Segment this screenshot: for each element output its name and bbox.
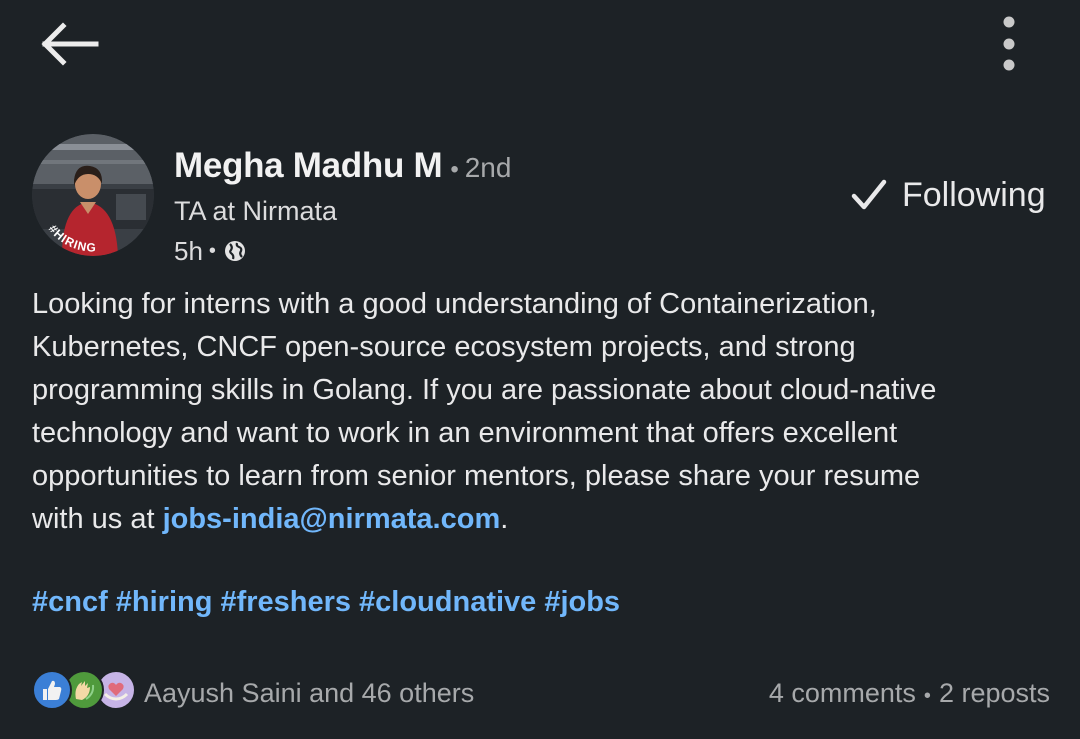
author-name[interactable]: Megha Madhu M [174, 146, 443, 186]
social-counts-bar: Aayush Saini and 46 others 4 comments • … [32, 668, 1050, 720]
connection-degree: 2nd [464, 152, 512, 183]
more-options-icon[interactable] [990, 14, 1028, 74]
post-line-last: with us at jobs-india@nirmata.com. [32, 498, 1052, 541]
engagement-stats: 4 comments • 2 reposts [769, 678, 1050, 709]
reaction-icons[interactable] [32, 670, 136, 714]
post-meta: 5h • [174, 234, 246, 268]
post-line: technology and want to work in an enviro… [32, 417, 898, 449]
like-icon [32, 670, 72, 710]
post-time: 5h [174, 235, 203, 266]
following-button[interactable]: Following [850, 170, 1064, 220]
meta-separator-dot: • [208, 239, 216, 262]
stats-separator-dot: • [923, 685, 931, 707]
globe-icon [224, 240, 246, 262]
post-line: opportunities to learn from senior mento… [32, 460, 921, 492]
post-line: Kubernetes, CNCF open-source ecosystem p… [32, 331, 856, 363]
checkmark-icon [851, 179, 887, 210]
reposts-count[interactable]: 2 reposts [939, 678, 1050, 709]
post-line: programming skills in Golang. If you are… [32, 374, 937, 406]
post-line-prefix: with us at [32, 503, 163, 535]
author-headline: TA at Nirmata [174, 196, 338, 226]
hashtag-list: #cncf #hiring #freshers #cloudnative #jobs [32, 586, 628, 619]
reactions-summary[interactable]: Aayush Saini and 46 others [144, 678, 474, 709]
hashtag-link[interactable]: #jobs [544, 586, 620, 618]
hashtag-link[interactable]: #cloudnative [359, 586, 536, 618]
top-bar [0, 0, 1080, 90]
hashtag-link[interactable]: #freshers [220, 586, 351, 618]
hashtag-link[interactable]: #hiring [116, 586, 213, 618]
following-label: Following [902, 175, 1046, 214]
name-separator-dot: • [450, 156, 459, 183]
email-link[interactable]: jobs-india@nirmata.com [163, 503, 501, 535]
comments-count[interactable]: 4 comments [769, 678, 916, 709]
back-arrow-icon[interactable] [40, 20, 100, 68]
post-line: Looking for interns with a good understa… [32, 288, 877, 320]
hashtag-link[interactable]: #cncf [32, 586, 108, 618]
avatar[interactable]: #HIRING [32, 134, 154, 256]
post-text: Looking for interns with a good understa… [32, 283, 1052, 541]
post-line-suffix: . [500, 503, 509, 535]
author-name-row[interactable]: Megha Madhu M • 2nd [174, 146, 511, 190]
